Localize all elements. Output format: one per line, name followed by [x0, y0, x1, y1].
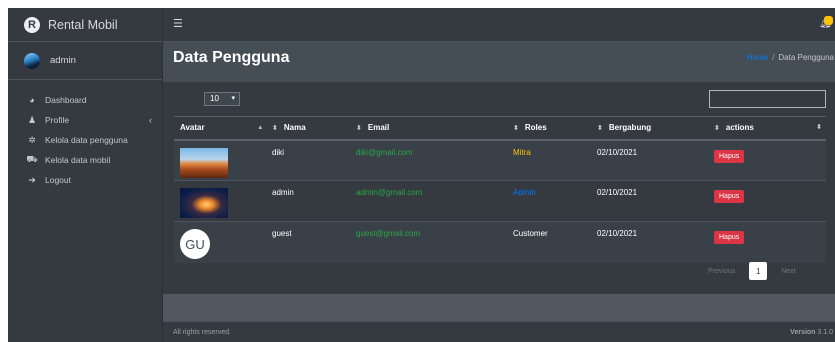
sidebar-nav: ◕ Dashboard ♟ Profile ‹ ✲ Kelola data pe…	[8, 80, 162, 190]
table-header-row: Avatar ▴ ⬍ Nama ⬍ Email ⬍ Roles ⬍ Bergabung ⬍…	[174, 116, 826, 141]
user-icon: ♟	[27, 114, 37, 125]
user-name: admin	[50, 55, 76, 66]
sidebar-item-label: Kelola data pengguna	[45, 135, 128, 145]
sort-asc-icon: ▴	[258, 124, 262, 132]
pagination-page[interactable]: 1	[749, 262, 768, 280]
sidebar-item-label: Kelola data mobil	[45, 155, 111, 165]
sidebar-item-profile[interactable]: ♟ Profile ‹	[8, 110, 162, 130]
users-table: Avatar ▴ ⬍ Nama ⬍ Email ⬍ Roles ⬍ Bergabung ⬍…	[174, 116, 826, 263]
top-navbar: ☰ 🔔︎	[163, 8, 835, 42]
brand-logo-icon: R	[24, 16, 40, 33]
bergabung-cell: 02/10/2021	[591, 180, 708, 222]
sidebar-item-label: Dashboard	[45, 95, 87, 105]
app-frame: R Rental Mobil admin ◕ Dashboard ♟ Profi…	[8, 8, 835, 342]
bergabung-cell: 02/10/2021	[591, 221, 708, 263]
bergabung-cell: 02/10/2021	[591, 139, 708, 181]
column-header-avatar[interactable]: Avatar ▴	[174, 116, 266, 141]
column-header-email[interactable]: ⬍ Email	[350, 116, 507, 141]
breadcrumb-separator: /	[772, 53, 775, 62]
sort-icon: ⬍	[272, 125, 278, 133]
brand-link[interactable]: R Rental Mobil	[8, 8, 162, 42]
content-spacer	[163, 290, 835, 321]
column-header-actions[interactable]: ⬍ actions ⬍	[708, 116, 826, 141]
dashboard-icon: ◕	[29, 95, 35, 105]
delete-button[interactable]: Hapus	[714, 190, 745, 203]
users-card: 10 ▾ Avatar ▴ ⬍ Nama ⬍ Email ⬍ Roles ⬍ Bergab…	[163, 82, 835, 294]
notification-badge	[824, 16, 833, 25]
notification-button[interactable]: 🔔︎	[819, 16, 833, 32]
chevron-left-icon: ‹	[149, 115, 152, 125]
avatar-cell	[174, 139, 266, 181]
breadcrumb-current: Data Pengguna	[778, 53, 834, 62]
sidebar-item-label: Logout	[45, 175, 71, 185]
avatar-cell: GU	[174, 221, 266, 263]
sidebar-item-logout[interactable]: ➜ Logout	[8, 170, 162, 190]
logout-icon: ➜	[28, 174, 36, 185]
column-header-bergabung[interactable]: ⬍ Bergabung	[591, 116, 708, 141]
avatar-initials: GU	[180, 229, 210, 259]
breadcrumb: Home / Data Pengguna	[747, 53, 834, 62]
search-input[interactable]	[709, 90, 826, 108]
content-header: Data Pengguna Home / Data Pengguna	[163, 42, 835, 73]
column-header-roles[interactable]: ⬍ Roles	[507, 116, 591, 141]
pagination-previous[interactable]: Previous	[708, 268, 735, 275]
nama-cell: guest	[266, 221, 350, 263]
column-header-nama[interactable]: ⬍ Nama	[266, 116, 350, 141]
avatar-image	[180, 147, 228, 178]
sort-icon: ⬍	[513, 125, 519, 133]
sidebar-item-cars[interactable]: ⛟ Kelola data mobil	[8, 150, 162, 170]
actions-cell: Hapus	[708, 180, 826, 222]
user-panel[interactable]: admin	[8, 42, 162, 80]
users-icon: ✲	[28, 134, 36, 145]
footer: All rights reserved. Version 3.1.0	[163, 321, 835, 342]
sidebar: R Rental Mobil admin ◕ Dashboard ♟ Profi…	[8, 8, 163, 342]
pagination-next[interactable]: Next	[781, 268, 795, 275]
table-row: admin admin@gmail.com Admin 02/10/2021 H…	[174, 180, 826, 222]
sort-icon: ⬍	[714, 125, 720, 133]
page-title: Data Pengguna	[173, 49, 290, 66]
delete-button[interactable]: Hapus	[714, 231, 745, 244]
role-cell: Customer	[507, 221, 591, 263]
avatar-cell	[174, 180, 266, 222]
brand-name: Rental Mobil	[48, 17, 118, 32]
sidebar-item-users[interactable]: ✲ Kelola data pengguna	[8, 130, 162, 150]
user-avatar	[24, 52, 40, 69]
delete-button[interactable]: Hapus	[714, 149, 745, 163]
table-row: diki diki@gmail.com Mitra 02/10/2021 Hap…	[174, 139, 826, 181]
car-icon: ⛟	[26, 154, 38, 164]
chevron-down-icon: ▾	[231, 95, 235, 102]
role-cell: Mitra	[507, 139, 591, 181]
sort-icon: ⬍	[597, 125, 603, 133]
entries-length-select[interactable]: 10 ▾	[204, 92, 240, 106]
email-cell: admin@gmail.com	[350, 180, 507, 222]
sidebar-item-dashboard[interactable]: ◕ Dashboard	[8, 90, 162, 110]
email-cell: guest@gmail.com	[350, 221, 507, 263]
avatar-image	[180, 188, 228, 218]
sort-icon: ⬍	[816, 124, 822, 132]
sidebar-item-label: Profile	[45, 115, 70, 125]
email-cell: diki@gmail.com	[350, 139, 507, 181]
role-cell: Admin	[507, 180, 591, 222]
sort-icon: ⬍	[356, 125, 362, 133]
table-row: GU guest guest@gmail.com Customer 02/10/…	[174, 221, 826, 263]
actions-cell: Hapus	[708, 139, 826, 181]
actions-cell: Hapus	[708, 221, 826, 263]
breadcrumb-home-link[interactable]: Home	[747, 53, 768, 62]
length-value: 10	[210, 94, 219, 103]
hamburger-icon[interactable]: ☰	[173, 19, 183, 30]
nama-cell: admin	[266, 180, 350, 222]
pagination: Previous 1 Next	[708, 262, 796, 280]
footer-version: Version 3.1.0	[790, 329, 833, 336]
nama-cell: diki	[266, 139, 350, 181]
footer-copyright: All rights reserved.	[173, 329, 231, 336]
